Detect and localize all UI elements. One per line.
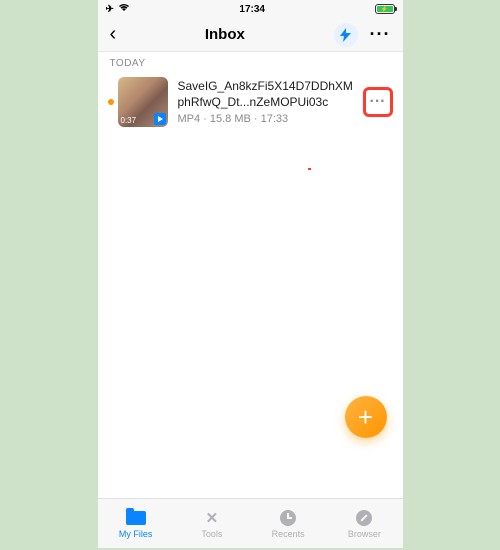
add-button[interactable]: + bbox=[345, 396, 387, 438]
page-title: Inbox bbox=[205, 26, 245, 43]
file-meta: MP4 · 15.8 MB · 17:33 bbox=[178, 113, 357, 125]
file-more-button[interactable]: ··· bbox=[363, 87, 393, 117]
tab-label: Tools bbox=[201, 529, 222, 539]
tab-recents[interactable]: Recents bbox=[250, 499, 326, 548]
file-name: SaveIG_An8kzFi5X14D7DDhXMphRfwQ_Dt...nZe… bbox=[178, 79, 357, 110]
tools-icon bbox=[202, 509, 222, 527]
battery-icon: ⚡ bbox=[375, 4, 395, 14]
section-today: TODAY bbox=[98, 52, 403, 73]
status-left: ✈ bbox=[106, 3, 130, 15]
video-thumbnail[interactable]: 0:37 bbox=[118, 77, 168, 127]
tab-label: Recents bbox=[272, 529, 305, 539]
tab-bar: My Files Tools Recents Browser bbox=[98, 498, 403, 548]
status-time: 17:34 bbox=[239, 4, 265, 15]
tab-tools[interactable]: Tools bbox=[174, 499, 250, 548]
tab-label: Browser bbox=[348, 529, 381, 539]
nav-bar: ‹ Inbox ··· bbox=[98, 18, 403, 52]
folder-icon bbox=[126, 511, 146, 525]
wifi-icon bbox=[118, 3, 130, 15]
tab-label: My Files bbox=[119, 529, 153, 539]
clock-icon bbox=[280, 510, 296, 526]
status-bar: ✈ 17:34 ⚡ bbox=[98, 0, 403, 18]
tab-browser[interactable]: Browser bbox=[326, 499, 402, 548]
play-icon bbox=[154, 113, 166, 125]
back-button[interactable]: ‹ bbox=[110, 23, 117, 46]
status-right: ⚡ bbox=[375, 4, 395, 14]
app-screen: ✈ 17:34 ⚡ ‹ Inbox ··· TODAY 0:37 bbox=[98, 0, 403, 548]
file-row[interactable]: 0:37 SaveIG_An8kzFi5X14D7DDhXMphRfwQ_Dt.… bbox=[98, 73, 403, 135]
nav-more-button[interactable]: ··· bbox=[370, 24, 391, 45]
video-duration: 0:37 bbox=[121, 116, 137, 125]
file-info: SaveIG_An8kzFi5X14D7DDhXMphRfwQ_Dt...nZe… bbox=[168, 79, 363, 124]
artifact-dot bbox=[308, 168, 311, 170]
new-indicator bbox=[108, 99, 114, 105]
content-area: TODAY 0:37 SaveIG_An8kzFi5X14D7DDhXMphRf… bbox=[98, 52, 403, 498]
compass-icon bbox=[356, 510, 372, 526]
tab-my-files[interactable]: My Files bbox=[98, 499, 174, 548]
boost-button[interactable] bbox=[334, 23, 358, 47]
airplane-icon: ✈ bbox=[106, 4, 114, 15]
